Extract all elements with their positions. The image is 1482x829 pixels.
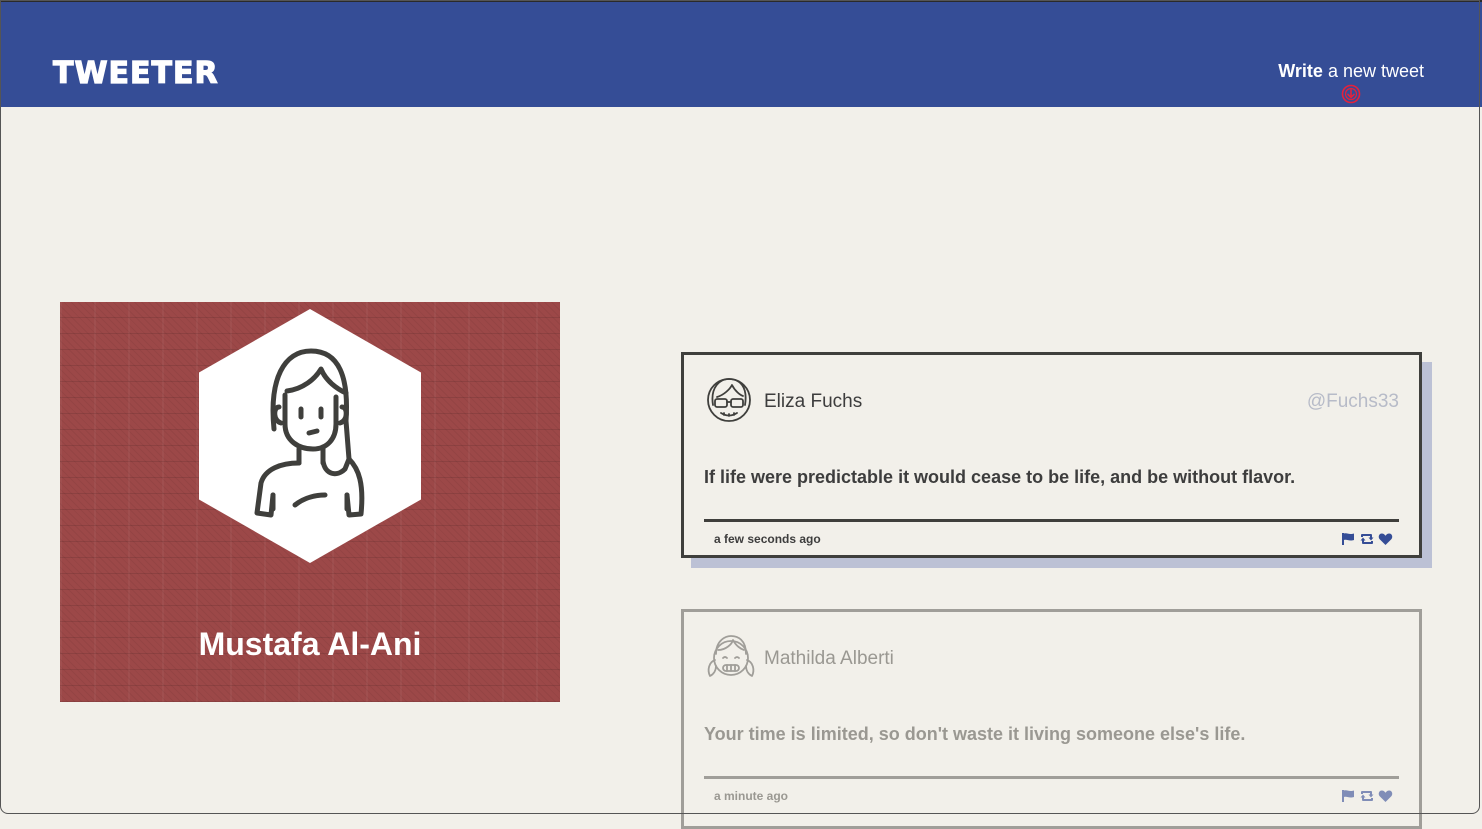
profile-name: Mustafa Al-Ani [198,626,422,662]
girl-pigtails-avatar-icon [707,635,755,677]
tweet-author-name[interactable]: Mathilda Alberti [764,648,894,670]
tweet-divider [704,519,1399,522]
woman-avatar-icon [199,309,421,563]
girl-glasses-avatar-icon [707,378,751,422]
profile-card: Mustafa Al-Ani [60,302,560,702]
flag-icon[interactable] [1341,789,1356,803]
tweet-divider [704,776,1399,779]
compose-rest-label: a new tweet [1322,61,1424,81]
arrow-down-circle-icon[interactable] [1341,84,1361,104]
tweet-author-name[interactable]: Eliza Fuchs [764,391,862,413]
tweet-text: If life were predictable it would cease … [704,467,1296,487]
top-nav: TWEETER Write a new tweet [0,0,1482,107]
tweet-author-handle[interactable]: @Fuchs33 [1307,391,1399,413]
tweet-actions [1341,532,1393,546]
flag-icon[interactable] [1341,532,1356,546]
tweet-actions [1341,789,1393,803]
retweet-icon[interactable] [1359,532,1375,546]
tweet-timestamp: a minute ago [714,789,789,803]
tweet-text: Your time is limited, so don't waste it … [704,724,1246,744]
tweet-card: Eliza Fuchs @Fuchs33 If life were predic… [681,352,1422,558]
compose-bold-label: Write [1278,61,1323,81]
write-tweet-button[interactable]: Write a new tweet [1278,59,1424,104]
tweet-card: Mathilda Alberti Your time is limited, s… [681,609,1422,829]
heart-icon[interactable] [1378,789,1393,803]
retweet-icon[interactable] [1359,789,1375,803]
heart-icon[interactable] [1378,532,1393,546]
tweet-timestamp: a few seconds ago [714,532,821,546]
brand-logo[interactable]: TWEETER [52,55,219,92]
